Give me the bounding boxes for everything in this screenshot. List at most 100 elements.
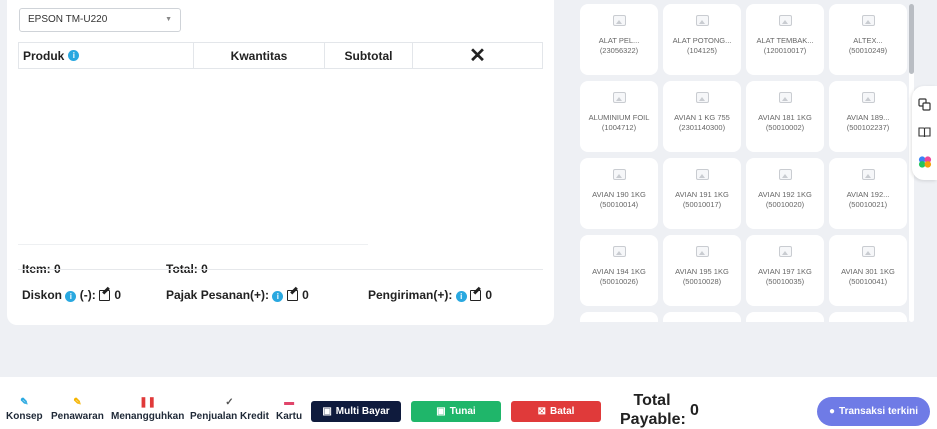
product-code: (2301140300) [678, 123, 726, 132]
edit-icon: ✎ [20, 397, 29, 408]
product-code: (50010249) [848, 46, 888, 55]
product-tile[interactable]: AVIAN 192... (50010021) [829, 158, 907, 229]
image-placeholder-icon [612, 92, 626, 103]
product-code: (120010017) [763, 46, 807, 55]
product-tile[interactable]: AVIAN 301 1KG (50010041) [829, 235, 907, 306]
kartu-label: Kartu [276, 411, 303, 422]
product-tile[interactable]: AVIAN 190 1KG (50010014) [580, 158, 658, 229]
cash-icon: ▣ [436, 406, 446, 417]
tunai-button[interactable]: ▣ Tunai [411, 401, 501, 422]
money-icon: ▣ [322, 406, 332, 417]
product-tile[interactable]: AVIAN 191 1KG (50010017) [663, 158, 741, 229]
printer-select[interactable]: EPSON TM-U220 ▼ [19, 8, 181, 32]
edit-diskon-icon[interactable] [99, 288, 111, 301]
footer-bar: ✎ Konsep ✎ Penawaran ❚❚ Menangguhkan ✓ P… [0, 377, 937, 429]
transaksi-terkini-button[interactable]: ● Transaksi terkini [817, 397, 930, 426]
column-produk: Produk i [19, 43, 194, 68]
product-name: ALAT POTONG... [672, 36, 732, 45]
product-tile[interactable]: AVIAN 1 KG 755 (2301140300) [663, 81, 741, 152]
image-placeholder-icon [861, 246, 875, 257]
info-icon[interactable]: i [455, 291, 467, 302]
product-code: (50010017) [682, 200, 722, 209]
credit-card-icon: ▬ [284, 397, 295, 408]
multi-bayar-button[interactable]: ▣ Multi Bayar [311, 401, 401, 422]
product-name: AVIAN 181 1KG [758, 113, 812, 122]
image-placeholder-icon [861, 92, 875, 103]
transaksi-terkini-label: Transaksi terkini [839, 406, 918, 417]
image-placeholder-icon [612, 15, 626, 26]
image-placeholder-icon [612, 246, 626, 257]
edit-pengiriman-icon[interactable] [470, 288, 482, 301]
product-tile[interactable]: ALTEX... (50010249) [829, 4, 907, 75]
image-placeholder-icon [778, 169, 792, 180]
penawaran-button[interactable]: ✎ Penawaran [51, 397, 104, 422]
batal-button[interactable]: ⊠ Batal [511, 401, 601, 422]
info-icon[interactable]: i [65, 291, 77, 302]
product-name: ALAT PEL... [598, 36, 640, 45]
product-code: (50010026) [599, 277, 639, 286]
image-placeholder-icon [778, 15, 792, 26]
edit-pajak-icon[interactable] [286, 288, 299, 301]
product-name: AVIAN 197 1KG [758, 267, 812, 276]
product-tile[interactable]: ALAT PEL... (23056322) [580, 4, 658, 75]
konsep-label: Konsep [6, 411, 43, 422]
product-tile[interactable] [829, 312, 907, 322]
product-code: (50010002) [765, 123, 805, 132]
product-code: (50010035) [765, 277, 805, 286]
kartu-button[interactable]: ▬ Kartu [276, 397, 302, 422]
divider [18, 244, 368, 245]
menangguhkan-label: Menangguhkan [111, 411, 185, 422]
product-name: AVIAN 192 1KG [758, 190, 812, 199]
total-payable-label: Total Payable: [620, 392, 686, 428]
konsep-button[interactable]: ✎ Konsep [6, 397, 43, 422]
clock-icon: ● [829, 406, 836, 417]
product-tile[interactable]: ALUMINIUM FOIL (1004712) [580, 81, 658, 152]
product-tile[interactable] [663, 312, 741, 322]
multi-bayar-label: Multi Bayar [335, 406, 390, 417]
diskon-label: Diskon [22, 288, 63, 302]
product-tile[interactable]: AVIAN 192 1KG (50010020) [746, 158, 824, 229]
diskon-sign: (-): [79, 288, 96, 302]
product-tile[interactable]: ALAT TEMBAK... (120010017) [746, 4, 824, 75]
chevron-down-icon: ▼ [165, 16, 172, 23]
pause-icon: ❚❚ [139, 397, 157, 408]
product-tile[interactable] [746, 312, 824, 322]
translate-icon[interactable] [918, 97, 932, 111]
product-tile[interactable]: AVIAN 197 1KG (50010035) [746, 235, 824, 306]
book-icon[interactable] [918, 126, 932, 140]
product-grid: ALAT PEL... (23056322) ALAT POTONG... (1041… [580, 4, 910, 322]
batal-label: Batal [549, 406, 575, 417]
product-tile[interactable]: AVIAN 195 1KG (50010028) [663, 235, 741, 306]
scrollbar-thumb[interactable] [909, 4, 914, 74]
product-tile[interactable]: AVIAN 194 1KG (50010026) [580, 235, 658, 306]
divider [18, 269, 543, 270]
diskon-summary: Diskon i (-): 0 [22, 288, 121, 302]
brain-icon[interactable] [918, 155, 932, 169]
product-code: (50010020) [765, 200, 805, 209]
image-placeholder-icon [778, 92, 792, 103]
image-placeholder-icon [695, 246, 709, 257]
check-icon: ✓ [225, 397, 234, 408]
cart-panel: EPSON TM-U220 ▼ Produk i Kwantitas Subto… [7, 0, 554, 325]
clear-cart-icon[interactable]: ✕ [413, 43, 542, 68]
product-tile[interactable]: ALAT POTONG... (104125) [663, 4, 741, 75]
product-tile[interactable] [580, 312, 658, 322]
product-name: AVIAN 1 KG 755 [674, 113, 730, 122]
diskon-value: 0 [114, 288, 122, 302]
product-code: (23056322) [599, 46, 639, 55]
image-placeholder-icon [612, 169, 626, 180]
info-icon[interactable]: i [68, 50, 80, 61]
product-name: ALAT TEMBAK... [756, 36, 814, 45]
penjualan-kredit-button[interactable]: ✓ Penjualan Kredit [190, 397, 269, 422]
product-name: AVIAN 194 1KG [592, 267, 646, 276]
info-icon[interactable]: i [272, 291, 284, 302]
product-name: AVIAN 195 1KG [675, 267, 729, 276]
pengiriman-summary: Pengiriman(+): i 0 [368, 288, 492, 302]
menangguhkan-button[interactable]: ❚❚ Menangguhkan [111, 397, 184, 422]
image-placeholder-icon [695, 169, 709, 180]
product-tile[interactable]: AVIAN 181 1KG (50010002) [746, 81, 824, 152]
total-payable-value: 0 [690, 402, 699, 419]
image-placeholder-icon [695, 92, 709, 103]
product-tile[interactable]: AVIAN 189... (500102237) [829, 81, 907, 152]
product-name: AVIAN 192... [846, 190, 890, 199]
